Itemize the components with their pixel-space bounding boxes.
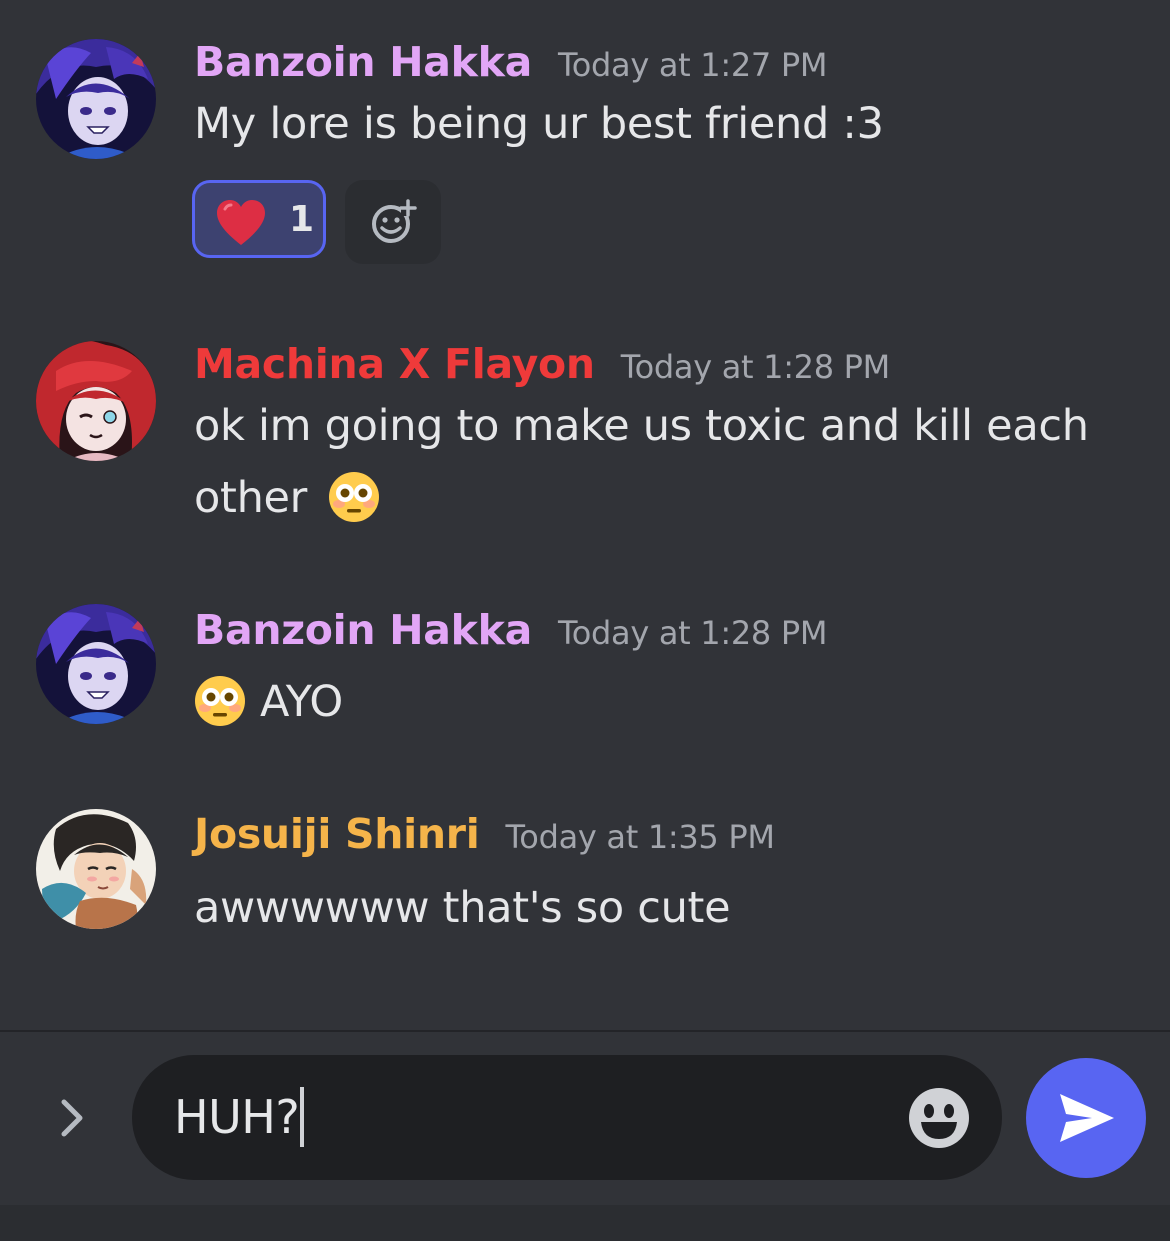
username[interactable]: Banzoin Hakka	[194, 606, 532, 654]
message-text: AYO	[194, 666, 1094, 738]
avatar[interactable]	[36, 39, 156, 159]
timestamp: Today at 1:35 PM	[505, 818, 775, 856]
message-text: My lore is being ur best friend :3	[194, 99, 884, 149]
avatar[interactable]	[36, 809, 156, 929]
message-header: Banzoin Hakka Today at 1:28 PM	[194, 606, 827, 654]
message-item[interactable]: Josuiji Shinri Today at 1:35 PM awwwwww t…	[0, 790, 1170, 990]
reaction-heart[interactable]: 1	[192, 180, 326, 258]
send-button[interactable]	[1026, 1058, 1146, 1178]
message-input-value: HUH?	[174, 1090, 300, 1144]
red-heart-icon	[217, 200, 265, 245]
bottom-strip	[0, 1205, 1170, 1241]
message-input-text[interactable]: HUH?	[174, 1086, 305, 1147]
avatar[interactable]	[36, 604, 156, 724]
message-item[interactable]: Banzoin Hakka Today at 1:28 PM AYO	[0, 570, 1170, 790]
username[interactable]: Banzoin Hakka	[194, 38, 532, 86]
username[interactable]: Machina X Flayon	[194, 340, 595, 388]
message-text-line: ok im going to make us toxic and kill ea…	[194, 401, 1089, 451]
username[interactable]: Josuiji Shinri	[194, 810, 480, 858]
add-reaction-icon	[372, 199, 417, 243]
message-header: Machina X Flayon Today at 1:28 PM	[194, 340, 890, 388]
paper-plane-icon	[1060, 1094, 1114, 1142]
chat-screen: Banzoin Hakka Today at 1:27 PM My lore is…	[0, 0, 1170, 1241]
message-item[interactable]: Banzoin Hakka Today at 1:27 PM My lore is…	[0, 0, 1170, 300]
avatar[interactable]	[36, 341, 156, 461]
chevron-right-icon	[61, 1099, 83, 1137]
message-text-line: other	[194, 473, 308, 523]
message-item[interactable]: Machina X Flayon Today at 1:28 PM ok im g…	[0, 300, 1170, 570]
timestamp: Today at 1:28 PM	[557, 614, 828, 652]
message-text-line: AYO	[260, 677, 343, 727]
text-caret	[300, 1086, 305, 1147]
smiley-icon	[909, 1088, 969, 1148]
flushed-face-icon	[329, 471, 380, 522]
flushed-face-icon	[195, 675, 245, 726]
reaction-count: 1	[289, 199, 315, 240]
emoji-button[interactable]	[908, 1087, 970, 1149]
add-reaction-button[interactable]	[345, 180, 441, 264]
timestamp: Today at 1:27 PM	[557, 46, 828, 84]
timestamp: Today at 1:28 PM	[620, 348, 890, 386]
message-text: ok im going to make us toxic and kill ea…	[194, 390, 1094, 534]
message-input[interactable]: HUH?	[132, 1055, 1002, 1180]
message-text: awwwwww that's so cute	[194, 883, 731, 933]
message-header: Josuiji Shinri Today at 1:35 PM	[194, 810, 775, 858]
message-header: Banzoin Hakka Today at 1:27 PM	[194, 38, 827, 86]
expand-button[interactable]	[48, 1090, 96, 1146]
